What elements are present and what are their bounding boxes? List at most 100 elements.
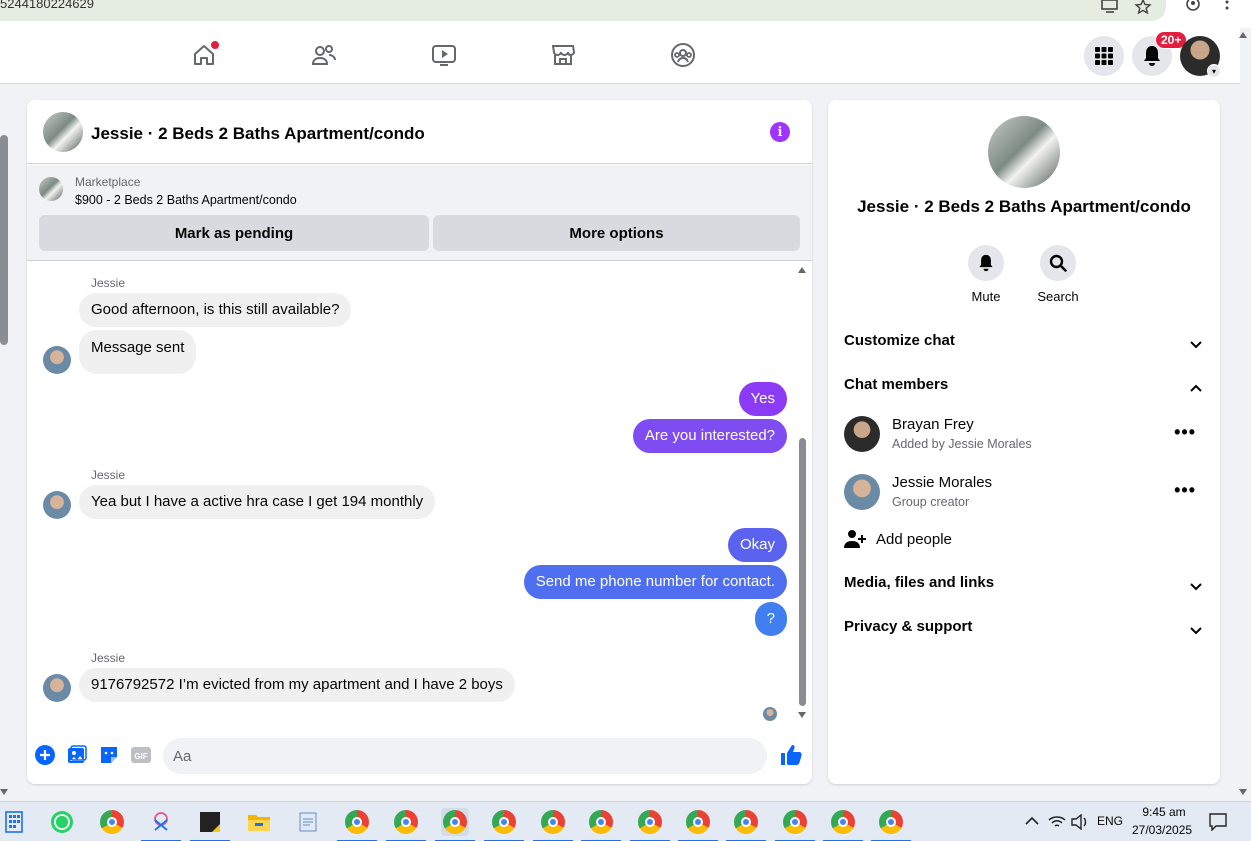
chrome-profile-icon[interactable]	[630, 808, 670, 841]
conversation-title: Jessie · 2 Beds 2 Baths Apartment/condo	[857, 197, 1191, 216]
sticker-icon[interactable]	[99, 745, 119, 765]
video-icon	[432, 45, 456, 66]
chrome-profile-icon[interactable]	[337, 808, 377, 841]
outgoing-message[interactable]: Send me phone number for contact.	[523, 565, 787, 599]
messages-scrollbar-thumb[interactable]	[799, 438, 806, 706]
nav-home-tab[interactable]	[189, 40, 219, 70]
chrome-profile-icon[interactable]	[435, 808, 475, 841]
more-actions-plus-icon[interactable]	[35, 745, 55, 765]
nav-marketplace-tab[interactable]	[548, 40, 578, 70]
address-bar[interactable]: 5244180224629	[0, 0, 1166, 21]
menu-grid-button[interactable]	[1084, 36, 1124, 76]
notepad-icon[interactable]	[294, 808, 322, 836]
outgoing-message[interactable]: ?	[754, 602, 787, 636]
bookmark-star-icon[interactable]	[1134, 0, 1152, 14]
volume-icon[interactable]	[1071, 814, 1089, 830]
outgoing-message[interactable]: Yes	[738, 382, 787, 416]
media-files-links-label: Media, files and links	[844, 574, 995, 591]
clock-date[interactable]: 27/03/2025	[1132, 823, 1192, 837]
incoming-message[interactable]: 9176792572 I’m evicted from my apartment…	[79, 668, 515, 702]
incoming-message[interactable]: Message sent	[79, 330, 197, 374]
outgoing-message[interactable]: Okay	[727, 528, 787, 562]
nav-friends-tab[interactable]	[309, 40, 339, 70]
conversation-info-panel: Jessie · 2 Beds 2 Baths Apartment/condo …	[828, 100, 1220, 784]
bell-icon	[979, 254, 993, 272]
nav-video-tab[interactable]	[429, 40, 459, 70]
bell-icon	[1144, 46, 1160, 66]
messages-scroll-up-arrow[interactable]	[798, 267, 806, 273]
search-button[interactable]	[1040, 245, 1076, 281]
sender-avatar[interactable]	[43, 346, 71, 374]
start-menu-icon[interactable]	[0, 808, 28, 836]
member-name: Brayan Frey	[892, 416, 974, 433]
chat-header: Jessie · 2 Beds 2 Baths Apartment/condo …	[27, 100, 812, 164]
conversation-photo[interactable]	[988, 116, 1060, 188]
input-language[interactable]: ENG	[1097, 814, 1123, 828]
mark-as-pending-button[interactable]: Mark as pending	[39, 215, 429, 251]
add-person-icon	[844, 530, 866, 548]
snipping-tool-icon[interactable]	[141, 808, 181, 841]
gif-icon[interactable]: GIF	[131, 745, 151, 765]
mute-button[interactable]	[968, 245, 1004, 281]
member-row[interactable]: Brayan Frey Added by Jessie Morales •••	[844, 412, 1204, 460]
customize-chat-section[interactable]: Customize chat	[844, 332, 1204, 356]
sender-avatar[interactable]	[43, 491, 71, 519]
file-explorer-icon[interactable]	[245, 808, 273, 836]
thumbs-up-icon[interactable]	[779, 743, 803, 767]
message-input[interactable]	[173, 738, 723, 774]
member-more-options-icon[interactable]: •••	[1174, 480, 1196, 501]
chat-title[interactable]: Jessie · 2 Beds 2 Baths Apartment/condo	[91, 124, 425, 144]
account-chevron-down-icon[interactable]: ▾	[1207, 64, 1221, 78]
mute-label: Mute	[971, 289, 1001, 304]
listing-avatar[interactable]	[43, 112, 83, 152]
member-more-options-icon[interactable]: •••	[1174, 422, 1196, 443]
chrome-profile-icon[interactable]	[581, 808, 621, 841]
incoming-message[interactable]: Good afternoon, is this still available?	[79, 293, 352, 327]
chrome-icon[interactable]	[98, 808, 126, 836]
member-row[interactable]: Jessie Morales Group creator •••	[844, 470, 1204, 518]
media-files-links-section[interactable]: Media, files and links	[844, 574, 1204, 598]
install-app-icon[interactable]	[1101, 0, 1119, 14]
chrome-profile-icon[interactable]	[823, 808, 863, 841]
windows-taskbar: ENG 9:45 am 27/03/2025	[0, 801, 1251, 841]
chrome-profile-icon[interactable]	[678, 808, 718, 841]
chrome-profile-icon[interactable]	[775, 808, 815, 841]
sticky-notes-icon[interactable]	[190, 808, 230, 841]
page-scrollbar-thumb[interactable]	[0, 135, 8, 345]
clock-time[interactable]: 9:45 am	[1136, 805, 1192, 819]
add-people-label: Add people	[876, 531, 952, 548]
page-scroll-down-arrow[interactable]	[0, 789, 8, 795]
attach-photo-icon[interactable]	[67, 745, 87, 765]
chat-members-section[interactable]: Chat members	[844, 376, 1204, 400]
outgoing-message[interactable]: Are you interested?	[632, 419, 787, 453]
right-scroll-up-arrow[interactable]	[1239, 32, 1247, 38]
sender-avatar[interactable]	[43, 674, 71, 702]
privacy-support-section[interactable]: Privacy & support	[844, 618, 1204, 642]
facebook-top-nav: 20+ ▾	[0, 28, 1240, 84]
listing-thumbnail[interactable]	[39, 177, 63, 201]
info-icon[interactable]: i	[770, 122, 790, 142]
whatsapp-icon[interactable]	[48, 808, 76, 836]
mute-action[interactable]: Mute	[956, 245, 1016, 304]
add-people-button[interactable]: Add people	[844, 529, 952, 553]
listing-description[interactable]: $900 - 2 Beds 2 Baths Apartment/condo	[75, 193, 297, 207]
chrome-profile-icon[interactable]	[533, 808, 573, 841]
nav-groups-tab[interactable]	[668, 40, 698, 70]
messages-scroll-down-arrow[interactable]	[798, 712, 806, 718]
show-hidden-icons-chevron-icon[interactable]	[1025, 816, 1039, 826]
profile-icon[interactable]	[1184, 0, 1202, 14]
chrome-profile-icon[interactable]	[726, 808, 766, 841]
member-subtitle: Added by Jessie Morales	[892, 437, 1032, 451]
chrome-profile-icon[interactable]	[871, 808, 911, 841]
right-scroll-down-arrow[interactable]	[1239, 789, 1247, 795]
wifi-icon[interactable]	[1048, 814, 1066, 830]
member-avatar[interactable]	[844, 474, 880, 510]
more-options-button[interactable]: More options	[433, 215, 800, 251]
search-action[interactable]: Search	[1028, 245, 1088, 304]
chrome-profile-icon[interactable]	[386, 808, 426, 841]
browser-menu-icon[interactable]	[1222, 0, 1232, 14]
chrome-profile-icon[interactable]	[484, 808, 524, 841]
incoming-message[interactable]: Yea but I have a active hra case I get 1…	[79, 485, 436, 519]
notification-center-icon[interactable]	[1209, 813, 1227, 831]
member-avatar[interactable]	[844, 416, 880, 452]
